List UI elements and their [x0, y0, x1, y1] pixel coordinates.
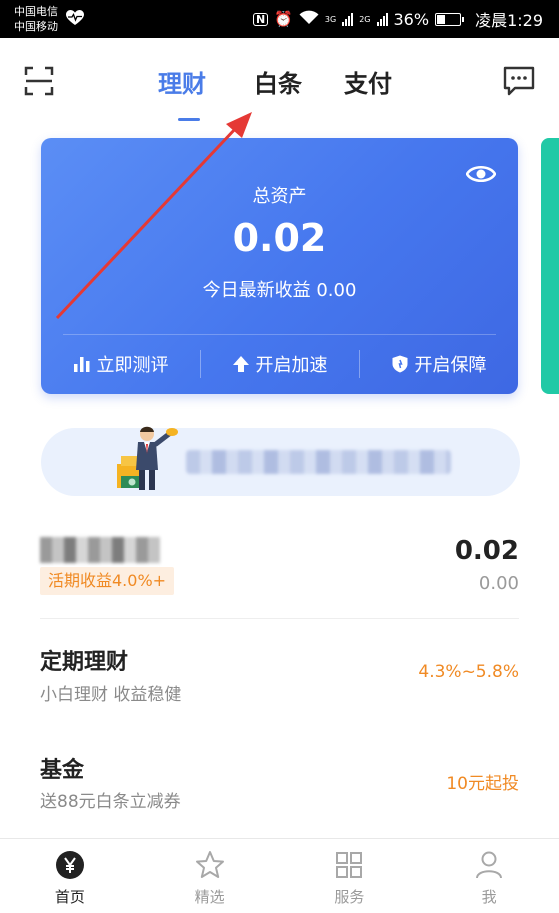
- nav-services[interactable]: 服务: [280, 839, 420, 913]
- battery-percent: 36%: [393, 9, 430, 29]
- list-item-fund[interactable]: 基金 送88元白条立减券 10元起投: [0, 730, 559, 836]
- arrow-up-icon: [232, 356, 249, 372]
- shield-icon: [392, 355, 407, 373]
- network-1-label: 3G: [324, 14, 337, 24]
- user-icon: [476, 851, 503, 879]
- battery-fill: [437, 14, 446, 24]
- heart-pulse-icon: [66, 10, 84, 25]
- accelerate-button[interactable]: 开启加速: [200, 334, 359, 394]
- scan-icon[interactable]: [24, 66, 54, 96]
- nav-home-label: 首页: [54, 888, 85, 906]
- row-divider: [40, 618, 519, 619]
- list-item-subtitle: 送88元白条立减券: [40, 792, 181, 812]
- signal-1-icon: [342, 12, 354, 26]
- evaluate-label: 立即测评: [96, 355, 169, 376]
- promo-banner[interactable]: [41, 426, 520, 496]
- next-card-peek[interactable]: [541, 138, 559, 394]
- carrier-1: 中国电信: [14, 5, 58, 18]
- carrier-2: 中国移动: [14, 20, 58, 33]
- list-item-fixed-term[interactable]: 定期理财 小白理财 收益稳健 4.3%~5.8%: [0, 620, 559, 730]
- balance-amount: 0.02: [454, 536, 519, 566]
- yen-icon: [55, 851, 84, 879]
- top-header: 理财 白条 支付: [0, 38, 559, 128]
- list-item-subtitle: 小白理财 收益稳健: [40, 685, 182, 705]
- alarm-icon: ⏰: [274, 9, 293, 28]
- nav-home[interactable]: 首页: [0, 839, 140, 913]
- total-assets-value: 0.02: [232, 216, 327, 260]
- list-item-min: 10元起投: [446, 774, 519, 794]
- battery-icon: [435, 12, 465, 26]
- network-2-label: 2G: [359, 14, 371, 24]
- businessman-illustration-icon: [117, 426, 178, 490]
- nav-featured-label: 精选: [194, 888, 225, 906]
- nav-me[interactable]: 我: [419, 839, 559, 913]
- evaluate-button[interactable]: 立即测评: [41, 334, 200, 394]
- status-icons: N ⏰ 3G 2G 36% 凌晨1:29: [253, 0, 543, 38]
- list-item-title: 基金: [40, 758, 85, 783]
- wifi-icon: [299, 10, 319, 28]
- banner-text-redacted: [186, 450, 451, 474]
- bottom-nav: 首页 精选 服务 我: [0, 838, 559, 913]
- balance-sub-amount: 0.00: [478, 573, 519, 594]
- asset-card[interactable]: 总资产 0.02 今日最新收益 0.00 立即测评 开启加速 开启保障: [41, 138, 518, 394]
- tab-zhifu[interactable]: 支付: [344, 64, 392, 99]
- tab-licai[interactable]: 理财: [158, 64, 206, 99]
- nav-services-label: 服务: [334, 888, 365, 906]
- today-earnings: 今日最新收益 0.00: [202, 280, 357, 301]
- clock: 凌晨1:29: [475, 11, 543, 30]
- accelerate-label: 开启加速: [255, 355, 328, 376]
- list-item-title: 定期理财: [40, 650, 129, 675]
- card-actions: 立即测评 开启加速 开启保障: [41, 334, 518, 394]
- grid-icon: [336, 852, 363, 878]
- yield-tag: 活期收益4.0%+: [40, 567, 175, 595]
- nfc-icon: N: [253, 12, 269, 26]
- signal-2-icon: [376, 12, 388, 26]
- message-icon[interactable]: [503, 66, 535, 96]
- nav-featured[interactable]: 精选: [140, 839, 280, 913]
- total-assets-label: 总资产: [252, 186, 307, 207]
- tab-baitiao[interactable]: 白条: [254, 64, 302, 99]
- list-item-rate: 4.3%~5.8%: [418, 662, 519, 682]
- protect-label: 开启保障: [414, 355, 487, 376]
- nav-me-label: 我: [481, 888, 497, 906]
- balance-title-redacted: [40, 537, 160, 563]
- carrier-info: 中国电信 中国移动: [14, 4, 58, 34]
- protect-button[interactable]: 开启保障: [359, 334, 518, 394]
- star-icon: [195, 851, 224, 878]
- bar-chart-icon: [73, 357, 89, 372]
- active-tab-indicator: [178, 118, 200, 121]
- status-bar: 中国电信 中国移动 N ⏰ 3G 2G 36% 凌晨1:29: [0, 0, 559, 38]
